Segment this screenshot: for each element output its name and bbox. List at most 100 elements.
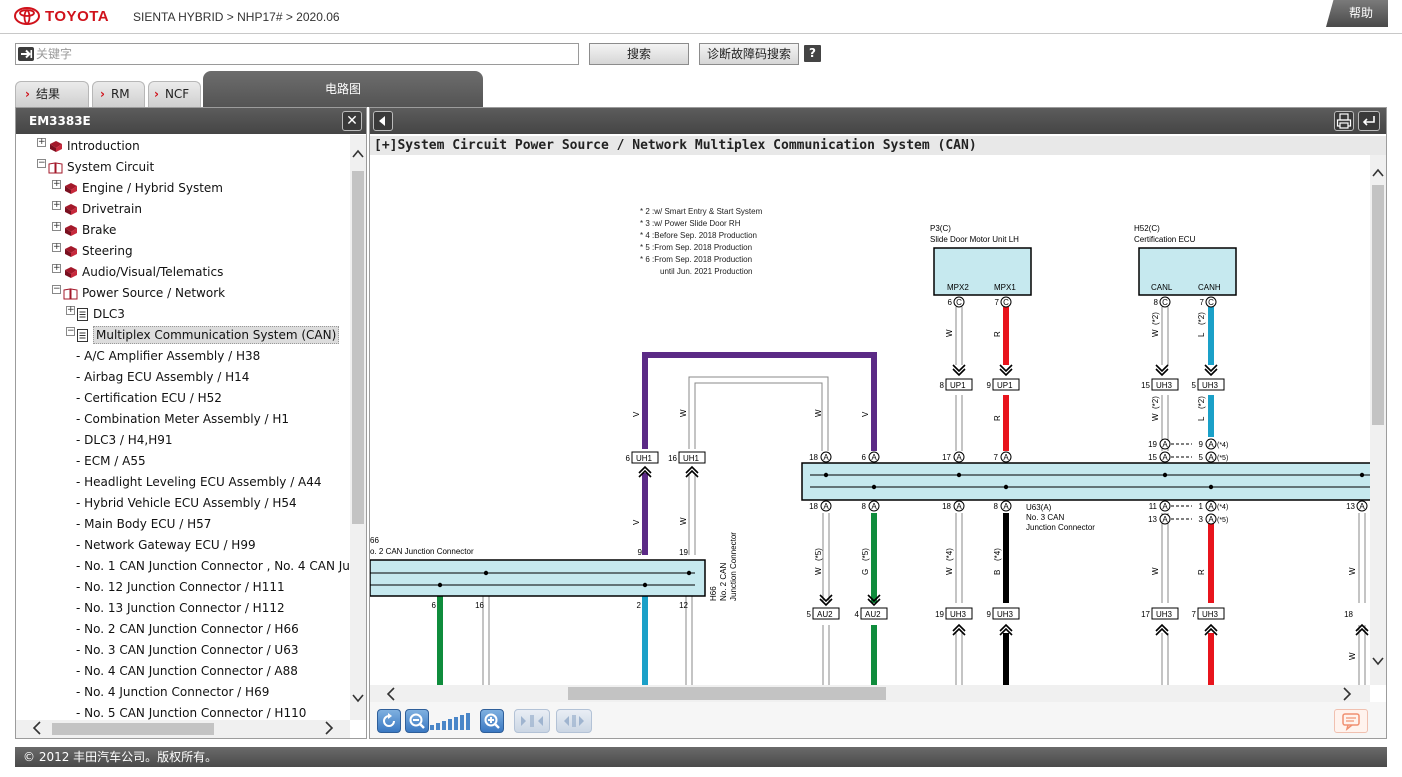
search-button[interactable]: 搜索 bbox=[589, 43, 689, 65]
scroll-down-icon[interactable] bbox=[1372, 655, 1384, 669]
tab-results[interactable]: › 结果 bbox=[15, 81, 89, 107]
tree-item-label: - DLC3 / H4,H91 bbox=[76, 433, 173, 447]
tree-leaf-item[interactable]: - Hybrid Vehicle ECU Assembly / H54 bbox=[76, 493, 297, 513]
svg-text:(*2): (*2) bbox=[1197, 312, 1206, 325]
tree-node[interactable]: + Engine / Hybrid System bbox=[52, 178, 223, 198]
collapse-left-button[interactable] bbox=[373, 111, 393, 131]
tree-node[interactable]: − System Circuit bbox=[37, 157, 154, 177]
tab-results-label: 结果 bbox=[35, 87, 60, 101]
svg-text:W: W bbox=[814, 567, 823, 575]
collapse-icon[interactable]: − bbox=[52, 284, 61, 294]
wiring-diagram-viewport[interactable]: * 2 :w/ Smart Entry & Start System * 3 :… bbox=[370, 155, 1370, 685]
search-input[interactable] bbox=[36, 45, 574, 63]
diagram-vertical-scroll-thumb[interactable] bbox=[1372, 185, 1384, 425]
expand-icon[interactable]: + bbox=[37, 137, 46, 147]
svg-text:19: 19 bbox=[1148, 440, 1157, 449]
toc-horizontal-scrollbar[interactable] bbox=[16, 720, 350, 738]
tree-node[interactable]: + Introduction bbox=[37, 136, 140, 156]
expand-icon[interactable]: + bbox=[52, 263, 61, 273]
zoom-level-indicator[interactable] bbox=[430, 712, 470, 730]
certification-ecu[interactable]: H52(C) Certification ECU CANL CANH bbox=[1134, 224, 1237, 296]
tree-leaf-item[interactable]: - No. 13 Junction Connector / H112 bbox=[76, 598, 285, 618]
tree-leaf-item[interactable]: - Headlight Leveling ECU Assembly / A44 bbox=[76, 472, 322, 492]
tree-leaf-item[interactable]: - Certification ECU / H52 bbox=[76, 388, 222, 408]
wiring-diagram[interactable]: * 2 :w/ Smart Entry & Start System * 3 :… bbox=[370, 155, 1370, 685]
tree-node[interactable]: + Steering bbox=[52, 241, 133, 261]
tree-leaf-item[interactable]: - No. 12 Junction Connector / H111 bbox=[76, 577, 285, 597]
svg-text:6: 6 bbox=[626, 454, 631, 463]
tree-leaf-item[interactable]: - Airbag ECU Assembly / H14 bbox=[76, 367, 249, 387]
svg-text:A: A bbox=[1208, 502, 1214, 511]
tree-leaf-item[interactable]: - Combination Meter Assembly / H1 bbox=[76, 409, 289, 429]
return-arrow-icon bbox=[1362, 116, 1375, 126]
svg-text:W: W bbox=[1151, 329, 1160, 337]
scroll-down-icon[interactable] bbox=[351, 693, 365, 707]
tree-leaf-item[interactable]: - No. 3 CAN Junction Connector / U63 bbox=[76, 640, 298, 660]
feedback-button[interactable] bbox=[1334, 709, 1368, 733]
toc-vertical-scrollbar[interactable] bbox=[350, 135, 366, 720]
expand-icon[interactable]: + bbox=[66, 305, 75, 315]
fit-width-button[interactable] bbox=[514, 709, 550, 733]
tree-item-label: - No. 13 Junction Connector / H112 bbox=[76, 601, 285, 615]
tree-leaf-item[interactable]: - A/C Amplifier Assembly / H38 bbox=[76, 346, 260, 366]
search-arrow-icon bbox=[18, 47, 34, 61]
expand-icon[interactable]: + bbox=[52, 242, 61, 252]
component-code: H52(C) bbox=[1134, 224, 1160, 233]
diagram-horizontal-scrollbar[interactable] bbox=[370, 685, 1370, 702]
toc-vertical-scroll-thumb[interactable] bbox=[352, 171, 364, 524]
tree-leaf-item[interactable]: - No. 5 CAN Junction Connector / H110 bbox=[76, 703, 306, 720]
expand-icon[interactable]: + bbox=[52, 200, 61, 210]
tree-node[interactable]: + Drivetrain bbox=[52, 199, 142, 219]
toc-horizontal-scroll-thumb[interactable] bbox=[52, 723, 214, 735]
connector-uh1-a: UH1 bbox=[631, 451, 659, 464]
dtc-search-button[interactable]: 诊断故障码搜索 bbox=[699, 43, 799, 65]
svg-text:UH3: UH3 bbox=[1156, 610, 1173, 619]
help-button[interactable]: 帮助 bbox=[1326, 0, 1388, 27]
note-line: * 5 :From Sep. 2018 Production bbox=[640, 243, 752, 252]
tree-leaf-item[interactable]: - No. 2 CAN Junction Connector / H66 bbox=[76, 619, 299, 639]
printer-icon bbox=[1336, 113, 1352, 129]
tree-leaf-item[interactable]: - No. 1 CAN Junction Connector , No. 4 C… bbox=[76, 556, 350, 576]
fit-page-button[interactable] bbox=[556, 709, 592, 733]
close-panel-button[interactable]: ✕ bbox=[342, 111, 362, 131]
scroll-left-icon[interactable] bbox=[32, 721, 42, 739]
svg-text:C: C bbox=[1003, 298, 1009, 307]
scroll-right-icon[interactable] bbox=[324, 721, 334, 739]
svg-text:5: 5 bbox=[1199, 453, 1204, 462]
collapse-icon[interactable]: − bbox=[37, 158, 46, 168]
zoom-out-button[interactable] bbox=[405, 709, 429, 733]
expand-icon[interactable]: + bbox=[52, 179, 61, 189]
no2-can-junction-connector[interactable]: 66 o. 2 CAN Junction Connector H66 No. 2… bbox=[370, 532, 738, 601]
tree-leaf-item[interactable]: - No. 4 CAN Junction Connector / A88 bbox=[76, 661, 298, 681]
tree-leaf-item[interactable]: - DLC3 / H4,H91 bbox=[76, 430, 173, 450]
tree-leaf-item[interactable]: - No. 4 Junction Connector / H69 bbox=[76, 682, 269, 702]
tree-leaf-item[interactable]: - ECM / A55 bbox=[76, 451, 146, 471]
svg-text:W: W bbox=[814, 409, 823, 417]
tree-leaf-item[interactable]: - Main Body ECU / H57 bbox=[76, 514, 211, 534]
tree-node[interactable]: − Multiplex Communication System (CAN) bbox=[66, 325, 340, 345]
zoom-in-button[interactable] bbox=[480, 709, 504, 733]
reset-view-button[interactable] bbox=[377, 709, 401, 733]
scroll-up-icon[interactable] bbox=[351, 149, 365, 163]
tab-wiring-diagram[interactable]: 电路图 bbox=[203, 71, 483, 107]
print-button[interactable] bbox=[1334, 111, 1354, 131]
tree-node[interactable]: + Brake bbox=[52, 220, 116, 240]
tree-node[interactable]: + Audio/Visual/Telematics bbox=[52, 262, 223, 282]
scroll-up-icon[interactable] bbox=[1372, 167, 1384, 181]
tree-node[interactable]: + DLC3 bbox=[66, 304, 125, 324]
slide-door-motor-unit-lh[interactable]: P3(C) Slide Door Motor Unit LH MPX2 MPX1 bbox=[930, 224, 1032, 296]
no3-can-junction-connector[interactable]: U63(A) No. 3 CAN Junction Connector bbox=[801, 462, 1370, 532]
expand-icon[interactable]: + bbox=[52, 221, 61, 231]
fit-page-icon bbox=[564, 715, 584, 727]
svg-text:13: 13 bbox=[1148, 515, 1157, 524]
diagram-horizontal-scroll-thumb[interactable] bbox=[568, 687, 886, 700]
tab-ncf[interactable]: › NCF bbox=[148, 81, 201, 107]
tree-leaf-item[interactable]: - Network Gateway ECU / H99 bbox=[76, 535, 256, 555]
search-help-icon[interactable]: ? bbox=[804, 45, 821, 62]
tree-node[interactable]: − Power Source / Network bbox=[52, 283, 225, 303]
svg-text:AU2: AU2 bbox=[817, 610, 833, 619]
collapse-icon[interactable]: − bbox=[66, 326, 75, 336]
return-button[interactable] bbox=[1358, 111, 1380, 131]
tab-rm[interactable]: › RM bbox=[92, 81, 145, 107]
diagram-vertical-scrollbar[interactable] bbox=[1370, 155, 1386, 685]
